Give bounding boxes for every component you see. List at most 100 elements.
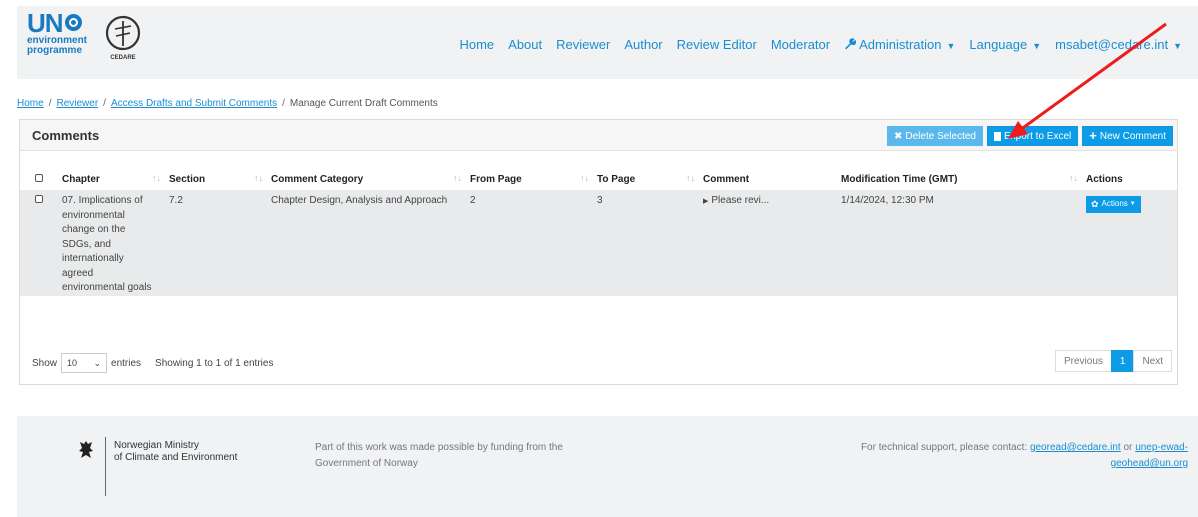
- column-label: Comment: [703, 173, 750, 185]
- panel-title: Comments: [32, 128, 100, 143]
- sort-icon: ↑↓: [1069, 173, 1078, 183]
- sort-icon: ↑↓: [453, 173, 462, 183]
- un-globe-icon: [64, 14, 82, 31]
- nav-author[interactable]: Author: [624, 37, 662, 52]
- column-label: From Page: [470, 173, 522, 185]
- nav-reviewer[interactable]: Reviewer: [556, 37, 610, 52]
- row-checkbox[interactable]: [35, 195, 43, 203]
- cell-from-page: 2: [470, 195, 476, 206]
- breadcrumb-current: Manage Current Draft Comments: [289, 98, 438, 109]
- column-header-comment[interactable]: Comment: [703, 168, 841, 190]
- cedare-logo-text: CEDARE: [110, 55, 135, 61]
- nav-language-dropdown[interactable]: Language ▼: [969, 37, 1041, 52]
- support-email-unep[interactable]: unep-ewad-geohead@un.org: [1111, 442, 1188, 469]
- column-label: Comment Category: [271, 173, 364, 185]
- cell-comment[interactable]: ▶ Please revi...: [703, 190, 841, 296]
- sort-icon: ↑↓: [686, 173, 695, 183]
- new-comment-label: New Comment: [1099, 130, 1166, 142]
- cedare-logo[interactable]: CEDARE: [104, 12, 142, 62]
- table-length-info: Show 10 ⌄ entries Showing 1 to 1 of 1 ent…: [32, 353, 273, 373]
- column-header-to-page[interactable]: To Page ↑↓: [597, 168, 703, 190]
- ministry-name: Norwegian Ministry of Climate and Enviro…: [114, 440, 238, 463]
- cell-section: 7.2: [169, 195, 183, 206]
- main-nav: Home About Reviewer Author Review Editor…: [445, 37, 1182, 52]
- chevron-down-icon: ▼: [1173, 41, 1182, 51]
- comment-preview: Please revi...: [711, 195, 770, 206]
- row-actions-button[interactable]: ✿ Actions ▼: [1086, 196, 1141, 213]
- export-to-excel-button[interactable]: Export to Excel: [987, 126, 1079, 146]
- support-email-georead[interactable]: georead@cedare.int: [1030, 442, 1121, 453]
- top-navbar: UN environment programme CEDARE Home Abo…: [17, 6, 1198, 79]
- nav-moderator[interactable]: Moderator: [771, 37, 830, 52]
- column-header-modification-time[interactable]: Modification Time (GMT) ↑↓: [841, 168, 1086, 190]
- close-icon: ✖: [894, 130, 903, 142]
- nav-language-label: Language: [969, 37, 1028, 52]
- column-header-section[interactable]: Section ↑↓: [169, 168, 271, 190]
- breadcrumb-separator: /: [103, 98, 106, 109]
- page: UN environment programme CEDARE Home Abo…: [0, 0, 1198, 517]
- new-comment-button[interactable]: + New Comment: [1082, 126, 1173, 146]
- nav-home[interactable]: Home: [459, 37, 494, 52]
- delete-selected-label: Delete Selected: [905, 130, 976, 142]
- support-text: For technical support, please contact:: [860, 442, 1028, 453]
- cell-to-page: 3: [597, 195, 603, 206]
- pagination: Previous 1 Next: [1054, 350, 1172, 372]
- chevron-down-icon: ⌄: [93, 357, 102, 368]
- column-label: Chapter: [62, 173, 100, 185]
- column-label: To Page: [597, 173, 636, 185]
- breadcrumb-reviewer[interactable]: Reviewer: [56, 98, 98, 109]
- nav-about[interactable]: About: [508, 37, 542, 52]
- breadcrumb-home[interactable]: Home: [17, 98, 44, 109]
- delete-selected-button[interactable]: ✖ Delete Selected: [887, 126, 983, 146]
- show-label: Show: [32, 357, 58, 369]
- pagination-page-1[interactable]: 1: [1110, 350, 1135, 372]
- comments-table: Chapter ↑↓ Section ↑↓ Comment Category ↑↓ F…: [20, 168, 1177, 296]
- table-row: 07. Implications of environmental change…: [20, 190, 1177, 296]
- footer-divider: [105, 437, 106, 496]
- chevron-down-icon: ▼: [1129, 201, 1136, 208]
- cell-category: Chapter Design, Analysis and Approach: [271, 195, 448, 206]
- column-header-chapter[interactable]: Chapter ↑↓: [62, 168, 169, 190]
- norway-coat-of-arms-icon: [79, 441, 93, 458]
- column-label: Section: [169, 173, 206, 185]
- panel-header: Comments ✖ Delete Selected Export to Exce…: [20, 120, 1177, 151]
- table-info: Showing 1 to 1 of 1 entries: [155, 357, 274, 369]
- column-label: Modification Time (GMT): [841, 173, 958, 185]
- entries-select[interactable]: 10 ⌄: [61, 353, 108, 373]
- cell-modified: 1/14/2024, 12:30 PM: [841, 195, 934, 206]
- panel-toolbar: ✖ Delete Selected Export to Excel + New Co…: [887, 126, 1173, 146]
- nav-administration-dropdown[interactable]: Administration ▼: [844, 37, 955, 52]
- expand-caret-icon: ▶: [703, 198, 709, 205]
- breadcrumb-separator: /: [48, 98, 52, 109]
- support-note: For technical support, please contact: g…: [848, 440, 1188, 472]
- nav-user-dropdown[interactable]: msabet@cedare.int ▼: [1055, 37, 1182, 52]
- nav-administration-label: Administration: [859, 37, 942, 52]
- pagination-previous[interactable]: Previous: [1054, 350, 1112, 372]
- breadcrumb-access-drafts[interactable]: Access Drafts and Submit Comments: [111, 98, 277, 109]
- funding-note: Part of this work was made possible by f…: [315, 442, 563, 469]
- sort-icon: ↑↓: [254, 173, 263, 183]
- table-header-row: Chapter ↑↓ Section ↑↓ Comment Category ↑↓ F…: [20, 168, 1177, 190]
- logo-line-programme: programme: [27, 45, 83, 56]
- cell-actions: ✿ Actions ▼: [1086, 190, 1177, 296]
- entries-label: entries: [111, 357, 142, 369]
- column-header-actions: Actions: [1086, 168, 1177, 190]
- plus-icon: +: [1089, 128, 1097, 143]
- nav-review-editor[interactable]: Review Editor: [677, 37, 757, 52]
- breadcrumb: Home / Reviewer / Access Drafts and Submit C…: [17, 98, 438, 109]
- pagination-next[interactable]: Next: [1133, 350, 1172, 372]
- site-footer: Norwegian Ministry of Climate and Enviro…: [17, 416, 1198, 517]
- breadcrumb-separator: /: [282, 98, 285, 109]
- chevron-down-icon: ▼: [946, 41, 956, 51]
- row-actions-label: Actions: [1101, 199, 1128, 209]
- support-or: or: [1123, 442, 1133, 453]
- wrench-icon: [845, 38, 857, 50]
- file-excel-icon: [994, 131, 1001, 141]
- export-to-excel-label: Export to Excel: [1004, 130, 1072, 142]
- column-header-from-page[interactable]: From Page ↑↓: [470, 168, 597, 190]
- select-all-checkbox[interactable]: [35, 173, 43, 182]
- column-header-comment-category[interactable]: Comment Category ↑↓: [271, 168, 470, 190]
- entries-select-value: 10: [67, 358, 78, 368]
- unep-logo[interactable]: UN environment programme: [27, 10, 109, 72]
- row-select-cell: [20, 190, 62, 296]
